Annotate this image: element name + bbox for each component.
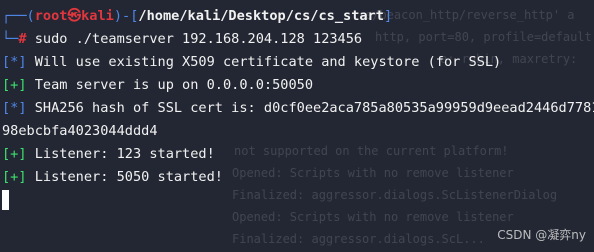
prompt-path: /home/kali/Desktop/cs/cs_start <box>138 8 384 24</box>
cursor-line[interactable] <box>2 189 594 212</box>
output-text: Listener: 5050 started! <box>26 169 223 185</box>
output-text: 98ebcbfa4023044ddd4 <box>2 123 158 139</box>
output-line: [+] Listener: 123 started! <box>2 143 594 166</box>
prompt-hash: # <box>18 31 27 47</box>
success-marker: [+] <box>2 146 27 162</box>
prompt-separator: )-[ <box>113 8 139 24</box>
prompt-line: ┌──(root㉿kali)-[/home/kali/Desktop/cs/cs… <box>2 5 594 28</box>
output-line: [+] Listener: 5050 started! <box>2 166 594 189</box>
ghost-text-8: Finalized: aggressor.dialogs.ScL... <box>232 232 485 246</box>
output-text: Team server is up on 0.0.0.0:50050 <box>26 77 314 93</box>
ghost-text-7: Opened: Scripts with no remove listener <box>232 210 514 224</box>
prompt-user: root <box>34 8 68 24</box>
prompt-corner-top: ┌──( <box>2 8 35 24</box>
csdn-watermark: CSDN @凝弈ny <box>497 228 586 242</box>
success-marker: [+] <box>2 77 27 93</box>
output-line-wrap: 98ebcbfa4023044ddd4 <box>2 120 594 143</box>
output-line: [+] Team server is up on 0.0.0.0:50050 <box>2 74 594 97</box>
terminal-output: ┌──(root㉿kali)-[/home/kali/Desktop/cs/cs… <box>2 5 594 212</box>
prompt-close-bracket: ] <box>383 8 393 24</box>
command-text: sudo ./teamserver 192.168.204.128 123456 <box>26 31 363 47</box>
command-line: └─# sudo ./teamserver 192.168.204.128 12… <box>2 28 594 51</box>
info-marker: [*] <box>2 100 27 116</box>
output-line: [*] Will use existing X509 certificate a… <box>2 51 594 74</box>
prompt-host: kali <box>81 8 114 24</box>
output-line: [*] SHA256 hash of SSL cert is: d0cf0ee2… <box>2 97 594 120</box>
output-text: Will use existing X509 certificate and k… <box>26 54 502 70</box>
terminal-window[interactable]: e/beacon_http/reverse_http' a http, port… <box>0 0 594 252</box>
output-text: SHA256 hash of SSL cert is: d0cf0ee2aca7… <box>26 100 594 116</box>
prompt-corner-bottom: └─ <box>2 31 19 47</box>
info-marker: [*] <box>2 54 27 70</box>
success-marker: [+] <box>2 169 27 185</box>
skull-icon: ㉿ <box>67 8 82 24</box>
text-cursor[interactable] <box>2 190 9 210</box>
output-text: Listener: 123 started! <box>26 146 215 162</box>
